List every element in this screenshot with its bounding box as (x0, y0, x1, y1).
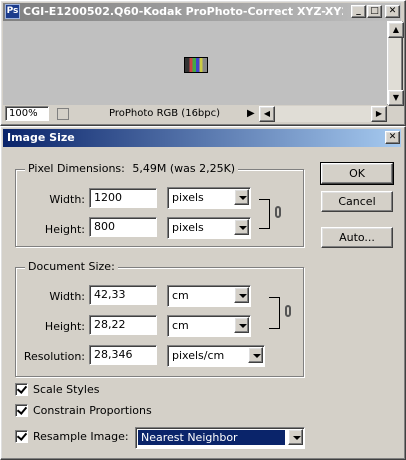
dialog-close-button[interactable]: ✕ (385, 131, 400, 144)
document-size-label: Document Size: (25, 260, 118, 273)
pixel-height-unit-select[interactable]: pixels (167, 217, 251, 239)
chevron-down-icon[interactable] (234, 219, 249, 235)
constrain-proportions-label[interactable]: Constrain Proportions (33, 404, 152, 417)
resolution-unit-select[interactable]: pixels/cm (167, 345, 265, 367)
chevron-down-icon[interactable] (234, 189, 249, 205)
doc-width-unit-select[interactable]: cm (167, 285, 251, 307)
pixel-width-field[interactable]: 1200 (89, 188, 157, 208)
chevron-down-icon[interactable] (248, 347, 263, 363)
close-button[interactable]: ✕ (385, 5, 400, 18)
chevron-down-icon[interactable] (234, 317, 249, 333)
resample-image-label[interactable]: Resample Image: (33, 430, 129, 443)
document-statusbar: 100% ProPhoto RGB (16bpc) ▶ ◀ ▶ (3, 106, 387, 123)
minimize-button[interactable]: _ (351, 5, 366, 18)
horizontal-scrollbar[interactable]: ◀ ▶ (259, 106, 387, 122)
resample-image-checkbox[interactable] (15, 430, 28, 443)
pixel-dimensions-label: Pixel Dimensions: (28, 162, 125, 175)
scroll-down-button[interactable]: ▼ (388, 90, 404, 106)
resample-method-value: Nearest Neighbor (138, 430, 285, 445)
auto-button[interactable]: Auto... (321, 227, 393, 248)
scroll-left-button[interactable]: ◀ (259, 106, 275, 122)
pixel-width-label: Width: (49, 193, 85, 206)
doc-height-unit-value: cm (172, 319, 189, 332)
doc-width-label: Width: (49, 290, 85, 303)
doc-height-field[interactable]: 28,22 (89, 315, 157, 335)
resolution-unit-value: pixels/cm (172, 349, 225, 362)
vertical-scrollbar[interactable]: ▲ ▼ (387, 21, 404, 106)
document-canvas[interactable] (3, 21, 387, 105)
resample-method-select[interactable]: Nearest Neighbor (135, 427, 305, 449)
chevron-down-icon[interactable] (288, 429, 303, 445)
constrain-proportions-checkbox[interactable] (15, 404, 28, 417)
scroll-up-button[interactable]: ▲ (388, 22, 404, 38)
zoom-field[interactable]: 100% (5, 106, 49, 121)
pixel-height-label: Height: (44, 223, 85, 236)
photoshop-app-icon: Ps (5, 4, 20, 19)
pixel-link-bracket (259, 199, 270, 229)
pixel-height-unit-value: pixels (172, 221, 204, 234)
pixel-dimensions-legend: Pixel Dimensions: 5,49M (was 2,25K) (25, 162, 239, 175)
doc-height-label: Height: (44, 320, 85, 333)
scroll-right-button[interactable]: ▶ (371, 106, 387, 122)
chain-link-icon (275, 206, 281, 218)
resolution-field[interactable]: 28,346 (89, 345, 157, 365)
pixel-width-unit-value: pixels (172, 191, 204, 204)
ok-button[interactable]: OK (320, 162, 394, 185)
document-title: CGI-E1200502.Q60-Kodak ProPhoto-Correct … (23, 5, 343, 18)
doc-width-field[interactable]: 42,33 (89, 285, 157, 305)
doc-height-unit-select[interactable]: cm (167, 315, 251, 337)
pixel-height-field[interactable]: 800 (89, 217, 157, 237)
profile-status: ProPhoto RGB (16bpc) (109, 108, 221, 119)
image-size-dialog: Image Size ✕ Pixel Dimensions: 5,49M (wa… (0, 126, 406, 460)
cancel-button[interactable]: Cancel (321, 191, 393, 212)
maximize-button[interactable]: □ (367, 5, 382, 18)
image-thumbnail (184, 57, 208, 73)
chevron-down-icon[interactable] (234, 287, 249, 303)
doc-link-bracket (269, 297, 280, 329)
document-titlebar[interactable]: Ps CGI-E1200502.Q60-Kodak ProPhoto-Corre… (3, 3, 401, 21)
chain-link-icon (285, 305, 291, 317)
document-window: Ps CGI-E1200502.Q60-Kodak ProPhoto-Corre… (0, 0, 406, 126)
scale-styles-label[interactable]: Scale Styles (33, 383, 99, 396)
status-menu-arrow-icon[interactable]: ▶ (247, 108, 255, 119)
dialog-titlebar[interactable]: Image Size ✕ (3, 129, 401, 147)
resolution-label: Resolution: (23, 350, 85, 363)
pixel-width-unit-select[interactable]: pixels (167, 187, 251, 209)
doc-width-unit-value: cm (172, 289, 189, 302)
status-info-icon[interactable] (57, 108, 69, 120)
pixel-dimensions-size: 5,49M (was 2,25K) (132, 162, 236, 175)
dialog-title: Image Size (7, 131, 75, 144)
scale-styles-checkbox[interactable] (15, 383, 28, 396)
